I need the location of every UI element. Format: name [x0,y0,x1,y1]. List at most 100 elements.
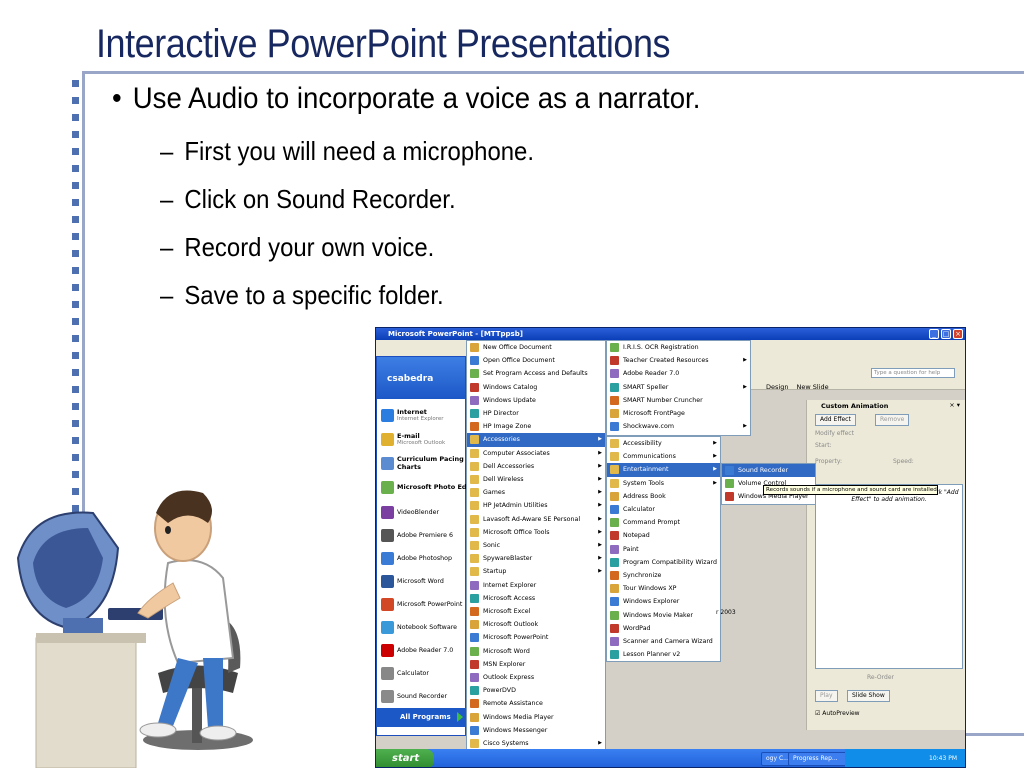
all-programs-button[interactable]: All Programs [376,708,466,727]
menu-item[interactable]: Dell Accessories ▶ [467,460,605,473]
menu-item[interactable]: Microsoft FrontPage [607,407,750,420]
menu-item[interactable]: Program Compatibility Wizard [607,556,720,569]
close-icon[interactable]: × ▾ [949,401,960,409]
menu-item[interactable]: SMART Speller ▶ [607,381,750,394]
window-titlebar: Microsoft PowerPoint - [MTTppsb] [376,328,965,340]
menu-item[interactable]: Windows Media Player [467,711,605,724]
menu-item[interactable]: Shockwave.com ▶ [607,420,750,433]
menu-item[interactable]: Teacher Created Resources ▶ [607,354,750,367]
menu-item[interactable]: Accessories ▶ [467,433,605,447]
slide-show-button[interactable]: Slide Show [847,690,890,702]
menu-item[interactable]: Paint [607,543,720,556]
menu-item[interactable]: WordPad [607,622,720,635]
menu-item[interactable]: Startup ▶ [467,565,605,578]
remove-button[interactable]: Remove [875,414,910,426]
menu-item[interactable]: Windows Catalog [467,381,605,394]
menu-item[interactable]: Windows Update [467,394,605,407]
design-button[interactable]: Design [766,383,788,391]
menu-item[interactable]: Sound Recorder [722,464,815,478]
program-icon [470,659,479,669]
maximize-button[interactable]: □ [941,329,951,339]
start-menu-pinned-item[interactable]: Internet Internet Explorer [381,405,467,425]
menu-item[interactable]: Microsoft PowerPoint [467,631,605,644]
menu-item[interactable]: Set Program Access and Defaults [467,367,605,380]
menu-item[interactable]: Dell Wireless ▶ [467,473,605,486]
decorative-dot [72,267,79,274]
taskbar-task[interactable]: Progress Rep... [788,752,850,766]
close-button[interactable]: × [953,329,963,339]
menu-item[interactable]: Computer Associates ▶ [467,447,605,460]
menu-item[interactable]: HP JetAdmin Utilities ▶ [467,499,605,512]
autopreview-checkbox[interactable]: ☑ AutoPreview [815,710,860,717]
decorative-dot [72,352,79,359]
menu-item[interactable]: Games ▶ [467,486,605,499]
play-button[interactable]: Play [815,690,838,702]
program-icon [470,580,479,590]
menu-item[interactable]: HP Director [467,407,605,420]
start-menu-recent-item[interactable]: Calculator [381,663,467,683]
start-menu-recent-item[interactable]: Microsoft Word [381,571,467,591]
start-menu-pinned-item[interactable]: Microsoft Photo Ed [381,477,467,497]
menu-item[interactable]: Remote Assistance [467,697,605,710]
start-menu-pinned-item[interactable]: Curriculum Pacing Charts [381,453,467,473]
menu-item[interactable]: Microsoft Excel [467,605,605,618]
menu-item[interactable]: Lesson Planner v2 [607,648,720,661]
menu-item[interactable]: HP Image Zone [467,420,605,433]
menu-item[interactable]: Windows Explorer [607,595,720,608]
menu-item-label: I.R.I.S. OCR Registration [623,344,699,351]
menu-item[interactable]: New Office Document [467,341,605,354]
program-icon [470,686,479,696]
new-slide-button[interactable]: New Slide [797,383,829,391]
menu-item[interactable]: Command Prompt [607,516,720,529]
start-menu-recent-item[interactable]: Notebook Software [381,617,467,637]
start-menu-pinned-item[interactable]: E-mail Microsoft Outlook [381,429,467,449]
menu-item-label: Accessories [483,436,520,444]
menu-item[interactable]: Windows Movie Maker [607,609,720,622]
menu-item[interactable]: Microsoft Access [467,592,605,605]
menu-item[interactable]: I.R.I.S. OCR Registration [607,341,750,354]
menu-item[interactable]: Calculator [607,503,720,516]
menu-item[interactable]: Accessibility ▶ [607,437,720,450]
start-menu-recent-item[interactable]: Microsoft PowerPoint [381,594,467,614]
menu-item[interactable]: PowerDVD [467,684,605,697]
menu-item[interactable]: System Tools ▶ [607,477,720,490]
add-effect-button[interactable]: Add Effect [815,414,856,426]
menu-item[interactable]: Adobe Reader 7.0 [607,367,750,380]
menu-item[interactable]: SpywareBlaster ▶ [467,552,605,565]
start-menu-recent-item[interactable]: VideoBlender [381,502,467,522]
main-bullet: • Use Audio to incorporate a voice as a n… [112,82,701,115]
menu-item[interactable]: Microsoft Outlook [467,618,605,631]
start-menu-recent-item[interactable]: Adobe Photoshop [381,548,467,568]
start-menu-recent-item[interactable]: Adobe Premiere 6 [381,525,467,545]
menu-item[interactable]: Sonic ▶ [467,539,605,552]
menu-item[interactable]: Notepad [607,529,720,542]
menu-item[interactable]: Microsoft Word [467,645,605,658]
menu-item[interactable]: Scanner and Camera Wizard [607,635,720,648]
help-search-input[interactable]: Type a question for help [871,368,955,378]
menu-item[interactable]: Lavasoft Ad-Aware SE Personal ▶ [467,513,605,526]
menu-item[interactable]: MSN Explorer [467,658,605,671]
start-menu-recent-item[interactable]: Adobe Reader 7.0 [381,640,467,660]
menu-item[interactable]: Entertainment ▶ [607,463,720,477]
menu-item-label: Teacher Created Resources [623,357,709,365]
minimize-button[interactable]: _ [929,329,939,339]
menu-item[interactable]: Address Book [607,490,720,503]
submenu-arrow-icon: ▶ [743,357,747,364]
sub-bullet-text: Click on Sound Recorder. [184,184,456,214]
menu-item[interactable]: Communications ▶ [607,450,720,463]
program-icon [610,650,619,660]
menu-item[interactable]: Tour Windows XP [607,582,720,595]
menu-item[interactable]: SMART Number Cruncher [607,394,750,407]
menu-item-label: HP JetAdmin Utilities [483,502,548,510]
menu-item[interactable]: Synchronize [607,569,720,582]
menu-item[interactable]: Microsoft Office Tools ▶ [467,526,605,539]
menu-item[interactable]: Internet Explorer [467,579,605,592]
sub-bullet: – Save to a specific folder. [160,280,444,310]
menu-item[interactable]: Open Office Document [467,354,605,367]
start-button[interactable]: start [376,749,434,767]
menu-item[interactable]: Outlook Express [467,671,605,684]
submenu-arrow-icon: ▶ [713,466,717,473]
menu-item[interactable]: Windows Messenger [467,724,605,737]
start-menu-recent-item[interactable]: Sound Recorder [381,686,467,706]
animation-list[interactable]: Select an element of the slide, then cli… [815,484,963,669]
